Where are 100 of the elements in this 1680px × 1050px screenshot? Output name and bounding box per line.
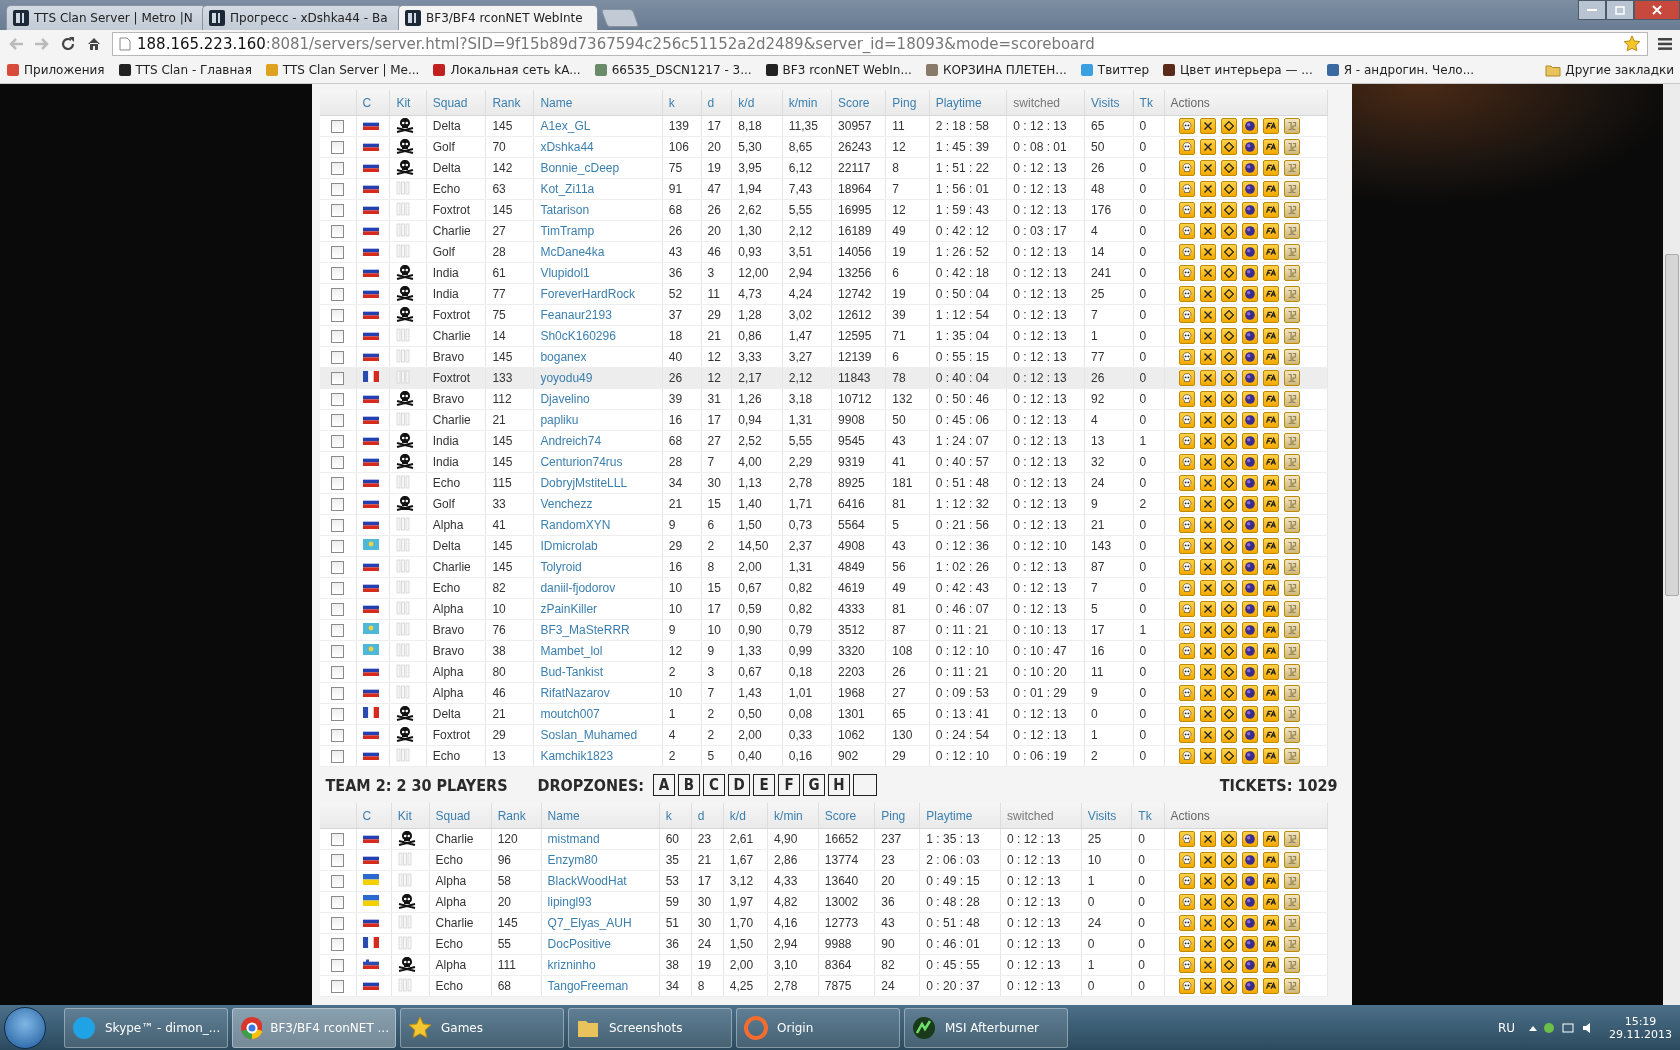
row-checkbox[interactable] [331, 980, 344, 994]
column-header[interactable]: Name [540, 95, 573, 110]
kill-icon[interactable] [1178, 622, 1195, 638]
player-name-link[interactable]: TangoFreeman [547, 979, 629, 993]
player-row[interactable]: Bravo 38 Mambet_lol 12 9 1,33 0,99 3320 108 0 : 12 : 10 0 : 10 : 47 16 0 [319, 640, 1327, 662]
swap-icon[interactable] [1220, 727, 1237, 743]
ea-icon[interactable] [1262, 139, 1279, 155]
browser-tab[interactable]: BF3/BF4 rconNET WebInte [398, 5, 598, 30]
ea-icon[interactable] [1262, 160, 1279, 176]
swap-icon[interactable] [1220, 328, 1237, 344]
kill-icon[interactable] [1178, 328, 1195, 344]
close-button[interactable] [1634, 0, 1680, 20]
address-bar[interactable]: 188.165.223.160:8081/servers/server.html?SID=9f15b89d7367594c256c51152a2d2489&server_id=18093&mode=scoreboard [112, 31, 1648, 56]
kick-icon[interactable] [1199, 286, 1216, 302]
player-name-link[interactable]: moutch007 [540, 707, 600, 721]
row-checkbox[interactable] [331, 162, 344, 176]
kill-icon[interactable] [1178, 181, 1195, 197]
kill-icon[interactable] [1178, 370, 1195, 386]
kick-icon[interactable] [1199, 328, 1216, 344]
row-checkbox[interactable] [331, 959, 344, 973]
ea-icon[interactable] [1262, 957, 1279, 973]
player-name-link[interactable]: DocPositive [547, 937, 611, 951]
swap-icon[interactable] [1220, 936, 1237, 952]
globe-icon[interactable] [1241, 559, 1258, 575]
kill-icon[interactable] [1178, 391, 1195, 407]
kick-icon[interactable] [1199, 831, 1216, 847]
kill-icon[interactable] [1178, 265, 1195, 281]
ea-icon[interactable] [1262, 748, 1279, 764]
kick-icon[interactable] [1199, 748, 1216, 764]
stats-icon[interactable] [1283, 349, 1300, 365]
row-checkbox[interactable] [331, 750, 344, 764]
kick-icon[interactable] [1199, 706, 1216, 722]
kill-icon[interactable] [1178, 580, 1195, 596]
swap-icon[interactable] [1220, 748, 1237, 764]
stats-icon[interactable] [1283, 454, 1300, 470]
row-checkbox[interactable] [331, 645, 344, 659]
ea-icon[interactable] [1262, 517, 1279, 533]
stats-icon[interactable] [1283, 223, 1300, 239]
star-icon[interactable] [1623, 34, 1641, 53]
player-name-link[interactable]: Venchezz [540, 497, 593, 511]
player-name-link[interactable]: Djavelino [540, 392, 590, 406]
stats-icon[interactable] [1283, 957, 1300, 973]
swap-icon[interactable] [1220, 831, 1237, 847]
globe-icon[interactable] [1241, 328, 1258, 344]
player-row[interactable]: Bravo 76 BF3_MaSteRRR 9 10 0,90 0,79 3512 87 0 : 11 : 21 0 : 10 : 13 17 1 [319, 619, 1327, 641]
ea-icon[interactable] [1262, 454, 1279, 470]
ea-icon[interactable] [1262, 244, 1279, 260]
globe-icon[interactable] [1241, 118, 1258, 134]
menu-icon[interactable] [1658, 37, 1672, 50]
kick-icon[interactable] [1199, 643, 1216, 659]
language-indicator[interactable]: RU [1497, 1020, 1515, 1035]
globe-icon[interactable] [1241, 580, 1258, 596]
row-checkbox[interactable] [331, 225, 344, 239]
player-name-link[interactable]: Q7_Elyas_AUH [547, 916, 632, 930]
player-name-link[interactable]: krizninho [547, 958, 596, 972]
row-checkbox[interactable] [331, 288, 344, 302]
globe-icon[interactable] [1241, 160, 1258, 176]
globe-icon[interactable] [1241, 957, 1258, 973]
player-name-link[interactable]: lipingl93 [547, 895, 592, 909]
ea-icon[interactable] [1262, 202, 1279, 218]
kick-icon[interactable] [1199, 852, 1216, 868]
row-checkbox[interactable] [331, 833, 344, 847]
globe-icon[interactable] [1241, 517, 1258, 533]
ea-icon[interactable] [1262, 727, 1279, 743]
swap-icon[interactable] [1220, 307, 1237, 323]
globe-icon[interactable] [1241, 601, 1258, 617]
player-row[interactable]: India 77 ForeverHardRock 52 11 4,73 4,24 12742 19 0 : 50 : 04 0 : 12 : 13 25 0 [319, 283, 1327, 305]
player-name-link[interactable]: McDane4ka [540, 245, 605, 259]
player-row[interactable]: Charlie 14 Sh0cK160296 18 21 0,86 1,47 12595 71 1 : 35 : 04 0 : 12 : 13 1 0 [319, 325, 1327, 347]
player-name-link[interactable]: Centurion74rus [540, 455, 623, 469]
swap-icon[interactable] [1220, 894, 1237, 910]
player-name-link[interactable]: RifatNazarov [540, 686, 610, 700]
row-checkbox[interactable] [331, 477, 344, 491]
stats-icon[interactable] [1283, 412, 1300, 428]
row-checkbox[interactable] [331, 687, 344, 701]
kill-icon[interactable] [1178, 643, 1195, 659]
player-row[interactable]: Delta 21 moutch007 1 2 0,50 0,08 1301 65 0 : 13 : 41 0 : 12 : 13 0 0 [319, 703, 1327, 725]
ea-icon[interactable] [1262, 664, 1279, 680]
kill-icon[interactable] [1178, 978, 1195, 994]
column-header[interactable]: d [697, 808, 705, 823]
swap-icon[interactable] [1220, 349, 1237, 365]
ea-icon[interactable] [1262, 265, 1279, 281]
kick-icon[interactable] [1199, 622, 1216, 638]
ea-icon[interactable] [1262, 580, 1279, 596]
ea-icon[interactable] [1262, 475, 1279, 491]
player-row[interactable]: Alpha 111 krizninho 38 19 2,00 3,10 8364 82 0 : 45 : 55 0 : 12 : 13 1 0 [319, 954, 1327, 976]
globe-icon[interactable] [1241, 622, 1258, 638]
swap-icon[interactable] [1220, 181, 1237, 197]
swap-icon[interactable] [1220, 286, 1237, 302]
player-row[interactable]: Echo 13 Kamchik1823 2 5 0,40 0,16 902 29 0 : 12 : 10 0 : 06 : 19 2 0 [319, 745, 1327, 767]
globe-icon[interactable] [1241, 307, 1258, 323]
globe-icon[interactable] [1241, 643, 1258, 659]
globe-icon[interactable] [1241, 894, 1258, 910]
row-checkbox[interactable] [331, 519, 344, 533]
swap-icon[interactable] [1220, 873, 1237, 889]
row-checkbox[interactable] [331, 351, 344, 365]
row-checkbox[interactable] [331, 267, 344, 281]
player-row[interactable]: Delta 142 Bonnie_cDeep 75 19 3,95 6,12 22117 8 1 : 51 : 22 0 : 12 : 13 26 0 [319, 157, 1327, 179]
column-header[interactable]: k/d [738, 95, 755, 110]
swap-icon[interactable] [1220, 643, 1237, 659]
